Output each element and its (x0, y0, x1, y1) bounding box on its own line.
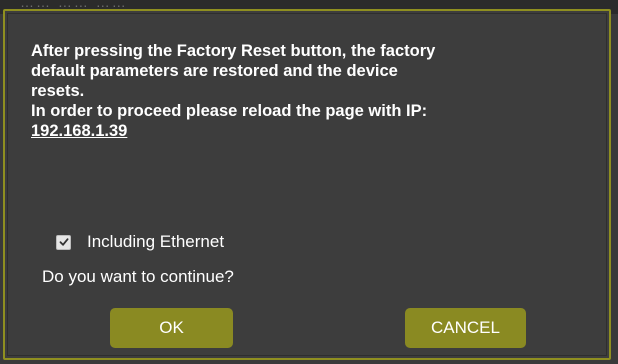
including-ethernet-checkbox[interactable] (56, 234, 71, 250)
including-ethernet-label[interactable]: Including Ethernet (87, 232, 224, 252)
reset-message: After pressing the Factory Reset button,… (31, 41, 601, 141)
message-line: resets. (31, 82, 85, 100)
continue-question: Do you want to continue? (42, 267, 234, 286)
message-line: After pressing the Factory Reset button,… (31, 42, 436, 60)
factory-reset-dialog: After pressing the Factory Reset button,… (3, 9, 611, 360)
ok-button[interactable]: OK (110, 308, 233, 348)
ip-address-link[interactable]: 192.168.1.39 (31, 121, 127, 141)
including-ethernet-row: Including Ethernet (56, 232, 224, 252)
cancel-button[interactable]: CANCEL (405, 308, 526, 348)
checkmark-icon (59, 238, 68, 246)
message-line: default parameters are restored and the … (31, 62, 398, 80)
message-line: In order to proceed please reload the pa… (31, 102, 428, 120)
